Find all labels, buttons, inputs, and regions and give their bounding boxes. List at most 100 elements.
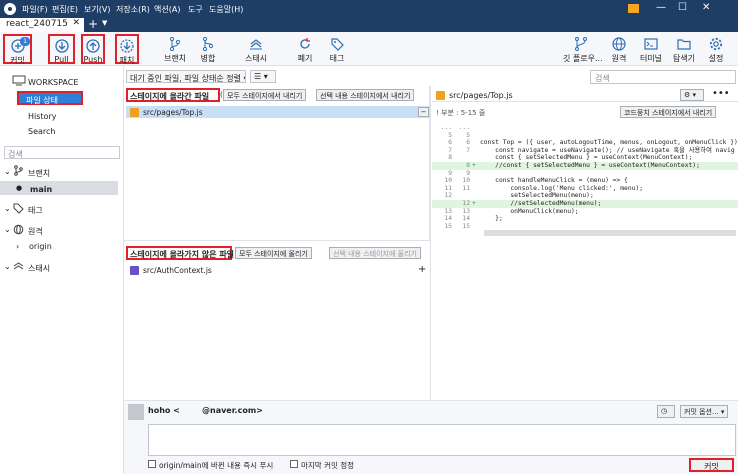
diff-n1: 12 [444, 192, 452, 200]
diff-horizontal-scrollbar[interactable] [484, 230, 736, 236]
minimize-icon[interactable]: — [656, 2, 666, 13]
unstage-file-icon[interactable]: − [418, 107, 429, 117]
tab-bar [0, 18, 738, 32]
more-options-icon[interactable]: ••• [712, 88, 730, 99]
diff-code: }; [480, 215, 503, 223]
chevron-down-icon[interactable]: ⌄ [4, 204, 11, 213]
diff-added-line[interactable]: 12 + //setSelectedMenu(menu); [432, 200, 738, 208]
stage-selected-button[interactable]: 선택 내용 스테이지에 올리기 [329, 247, 421, 259]
menu-view[interactable]: 보기(V) [84, 4, 110, 15]
unstage-selected-button[interactable]: 선택 내용 스테이지에서 내리기 [316, 89, 415, 101]
diff-n1: 6 [448, 139, 452, 147]
diff-n1: 8 [448, 154, 452, 162]
fetch-button[interactable]: 패치 [115, 34, 139, 65]
menu-edit[interactable]: 편집(E) [52, 4, 78, 15]
settings-button[interactable]: 설정 [701, 34, 731, 64]
file-status-filter-select[interactable]: 대기 중인 파일, 파일 상태순 정렬 ▾ [126, 70, 246, 83]
branch-icon [169, 36, 181, 52]
sidebar-stash-heading[interactable]: 스태시 [28, 263, 50, 274]
commit-button[interactable]: 커밋 1 [3, 34, 32, 65]
commit-options-select[interactable]: 커밋 옵션... ▾ [680, 405, 729, 418]
menu-repository[interactable]: 저장소(R) [116, 4, 150, 15]
diff-added-line[interactable]: 8 + //const { setSelectedMenu } = useCont… [432, 162, 738, 170]
sidebar-tags-heading[interactable]: 태그 [28, 205, 43, 216]
chevron-down-icon[interactable]: ⌄ [4, 167, 11, 176]
diff-context-line[interactable]: 11 11 console.log('Menu clicked:', menu); [432, 184, 738, 193]
explorer-label: 탐색기 [672, 54, 696, 63]
tag-icon [331, 38, 344, 51]
maximize-icon[interactable]: ☐ [678, 2, 687, 13]
terminal-button[interactable]: 터미널 [636, 34, 666, 64]
sidebar-item-file-status[interactable]: 파일 상태 [17, 91, 83, 105]
repo-tab[interactable]: react_240715 ✕ [0, 18, 84, 32]
diff-content[interactable]: ...... 5 5 6 6 const Top = ({ user, autoLogou… [432, 124, 738, 238]
diff-n1: 5 [448, 131, 452, 139]
stage-file-icon[interactable]: + [418, 264, 426, 275]
file-search-input[interactable]: 검색 [590, 70, 736, 84]
diff-context-line[interactable]: ...... [432, 124, 738, 132]
chevron-down-icon[interactable]: ⌄ [4, 225, 11, 234]
discard-button[interactable]: 폐기 [290, 34, 320, 64]
unstaged-file-name: src/AuthContext.js [143, 266, 212, 275]
stash-button[interactable]: 스태시 [241, 34, 271, 64]
diff-context-line[interactable]: 13 13 onMenuClick(menu); [432, 207, 738, 216]
chevron-down-icon[interactable]: ⌄ [4, 262, 11, 271]
diff-n2: 9 [466, 169, 470, 177]
diff-code: setSelectedMenu(menu); [480, 192, 594, 200]
sidebar-workspace-heading: WORKSPACE [28, 78, 79, 87]
diff-context-line[interactable]: 55 [432, 131, 738, 140]
remote-label: 원격 [611, 54, 627, 63]
gitflow-button[interactable]: 깃 플로우... [563, 34, 603, 64]
sidebar-remotes-heading[interactable]: 원격 [28, 226, 43, 237]
menu-tools[interactable]: 도구 [188, 4, 203, 15]
push-immediately-checkbox[interactable] [148, 460, 156, 468]
diff-n1: 15 [444, 222, 452, 230]
diff-context-line[interactable]: 7 7 const navigate = useNavigate(); // us… [432, 146, 738, 155]
commit-message-input[interactable] [148, 424, 736, 456]
merge-button[interactable]: 병합 [193, 34, 223, 64]
amend-checkbox[interactable] [290, 460, 298, 468]
diff-context-line[interactable]: 8 const { setSelectedMenu } = useContext… [432, 154, 738, 162]
chevron-right-icon[interactable]: › [16, 242, 19, 251]
diff-context-line[interactable]: 14 14 }; [432, 215, 738, 223]
close-icon[interactable]: ✕ [702, 2, 710, 13]
diff-context-line[interactable]: 10 10 const handleMenuClick = (menu) => { [432, 177, 738, 185]
stage-all-button[interactable]: 모두 스테이지에 올리기 [235, 247, 312, 259]
flag-icon[interactable] [628, 4, 639, 13]
unstage-hunk-button[interactable]: 코드뭉치 스테이지에서 내리기 [620, 106, 717, 118]
diff-n2: 5 [466, 131, 470, 139]
diff-context-line[interactable]: 12 setSelectedMenu(menu); [432, 192, 738, 200]
pane-vertical-divider[interactable] [430, 86, 431, 400]
tag-button[interactable]: 태그 [322, 34, 352, 64]
diff-sign: + [472, 200, 476, 207]
tab-close-icon[interactable]: ✕ [72, 18, 80, 28]
tag-icon [13, 203, 24, 214]
chevron-down-icon[interactable]: ▼ [102, 19, 107, 27]
push-button[interactable]: Push [81, 34, 105, 64]
sidebar-item-history[interactable]: History [28, 112, 56, 121]
commit-submit-button[interactable]: 커밋 [689, 458, 734, 472]
menu-help[interactable]: 도움말(H) [209, 4, 243, 15]
diff-context-line[interactable]: 99 [432, 169, 738, 178]
branch-icon [14, 165, 23, 176]
explorer-button[interactable]: 탐색기 [669, 34, 699, 64]
view-mode-select[interactable]: ☰ ▾ [250, 70, 276, 83]
sidebar-item-main-label: main [30, 185, 53, 194]
diff-context-line[interactable]: 6 6 const Top = ({ user, autoLogoutTime, m… [432, 139, 738, 147]
unstage-all-button[interactable]: 모두 스테이지에서 내리기 [223, 89, 307, 101]
sourcetree-logo-icon [4, 3, 16, 15]
sidebar-item-origin[interactable]: origin [29, 242, 52, 251]
history-clock-icon[interactable]: ◷ [657, 405, 675, 418]
branch-button[interactable]: 브랜치 [160, 34, 190, 64]
pull-button[interactable]: Pull [48, 34, 75, 64]
diff-options-button[interactable]: ⚙ ▾ [680, 89, 704, 101]
sidebar-search-input[interactable]: 검색 [4, 146, 120, 159]
menu-file[interactable]: 파일(F) [22, 4, 48, 15]
tab-add-icon[interactable]: + [88, 17, 98, 31]
menu-action[interactable]: 액션(A) [154, 4, 180, 15]
sidebar-branches-heading[interactable]: 브랜치 [28, 168, 50, 179]
stash-label: 스태시 [244, 54, 268, 63]
pane-divider[interactable] [124, 240, 430, 241]
sidebar-item-search[interactable]: Search [28, 127, 55, 136]
remote-button[interactable]: 원격 [604, 34, 634, 64]
